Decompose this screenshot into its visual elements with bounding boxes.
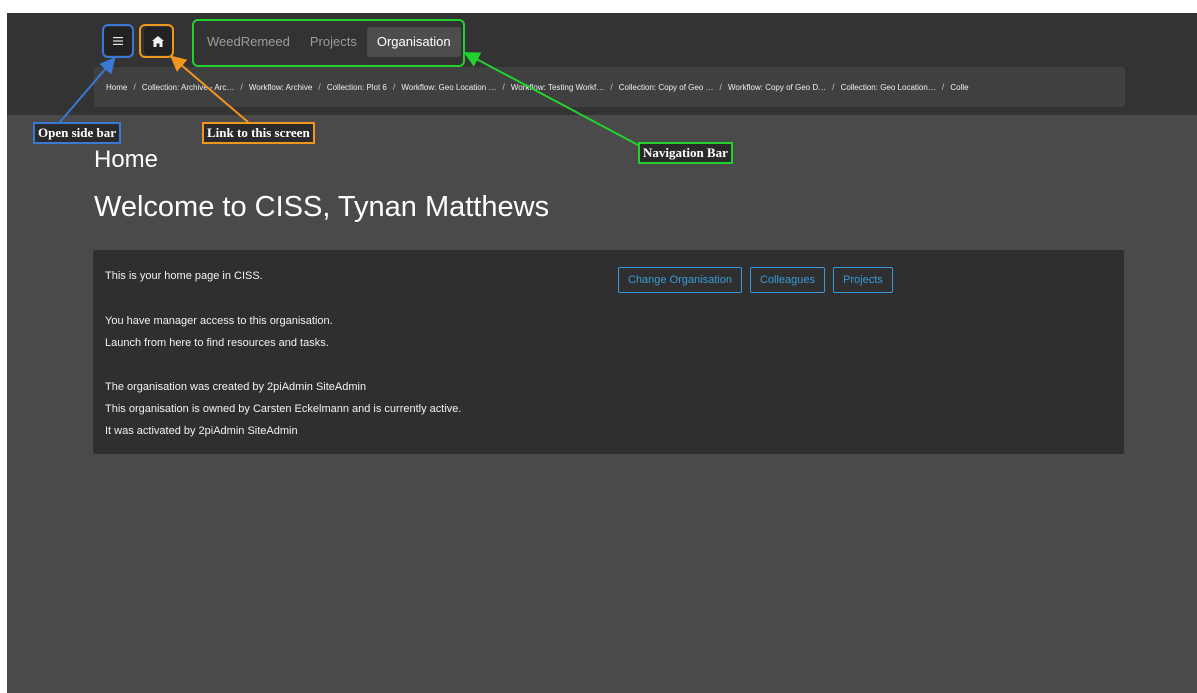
breadcrumb-item[interactable]: Workflow: Archive bbox=[249, 83, 312, 92]
owned-by-text: This organisation is owned by Carsten Ec… bbox=[105, 403, 462, 415]
breadcrumb-item[interactable]: Workflow: Copy of Geo D… bbox=[728, 83, 826, 92]
action-buttons: Change Organisation Colleagues Projects bbox=[618, 267, 893, 293]
colleagues-button[interactable]: Colleagues bbox=[749, 267, 826, 293]
breadcrumb-item[interactable]: Collection: Archive - Arc… bbox=[142, 83, 234, 92]
breadcrumb-item[interactable]: Collection: Copy of Geo … bbox=[619, 83, 714, 92]
breadcrumb-separator: / bbox=[502, 82, 505, 92]
breadcrumb-separator: / bbox=[719, 82, 722, 92]
annotation-box-navigation bbox=[192, 19, 465, 67]
projects-button[interactable]: Projects bbox=[833, 267, 893, 293]
annotation-box-home bbox=[139, 24, 174, 58]
breadcrumb-item[interactable]: Home bbox=[106, 83, 127, 92]
welcome-heading: Welcome to CISS, Tynan Matthews bbox=[94, 191, 550, 223]
breadcrumb-separator: / bbox=[240, 82, 243, 92]
annotation-navigation-bar: Navigation Bar bbox=[638, 142, 733, 164]
created-by-text: The organisation was created by 2piAdmin… bbox=[105, 381, 367, 393]
launch-text: Launch from here to find resources and t… bbox=[105, 337, 329, 349]
breadcrumb-separator: / bbox=[610, 82, 613, 92]
intro-text: This is your home page in CISS. bbox=[105, 270, 263, 282]
breadcrumb-item[interactable]: Collection: Plot 6 bbox=[327, 83, 387, 92]
breadcrumb-item[interactable]: Workflow: Geo Location … bbox=[401, 83, 496, 92]
annotation-box-menu bbox=[102, 24, 134, 58]
breadcrumb: Home / Collection: Archive - Arc… / Workflow… bbox=[94, 67, 1125, 107]
app-window: WeedRemeed Projects Organisation Home / Co… bbox=[7, 13, 1197, 693]
page-title: Home bbox=[94, 146, 159, 173]
breadcrumb-separator: / bbox=[832, 82, 835, 92]
annotation-open-side-bar: Open side bar bbox=[33, 122, 122, 144]
breadcrumb-item[interactable]: Workflow: Testing Workf… bbox=[511, 83, 604, 92]
breadcrumb-separator: / bbox=[133, 82, 136, 92]
activated-by-text: It was activated by 2piAdmin SiteAdmin bbox=[105, 425, 298, 437]
breadcrumb-item[interactable]: Collection: Geo Location… bbox=[841, 83, 936, 92]
annotation-link-to-screen: Link to this screen bbox=[202, 122, 315, 144]
breadcrumb-separator: / bbox=[941, 82, 945, 92]
access-text: You have manager access to this organisa… bbox=[105, 315, 333, 327]
home-info-panel: This is your home page in CISS. You have… bbox=[93, 250, 1124, 454]
breadcrumb-separator: / bbox=[318, 82, 321, 92]
top-header: WeedRemeed Projects Organisation Home / Co… bbox=[7, 13, 1197, 115]
change-organisation-button[interactable]: Change Organisation bbox=[618, 267, 742, 293]
breadcrumb-item[interactable]: Colle bbox=[950, 83, 968, 92]
breadcrumb-separator: / bbox=[392, 82, 396, 92]
